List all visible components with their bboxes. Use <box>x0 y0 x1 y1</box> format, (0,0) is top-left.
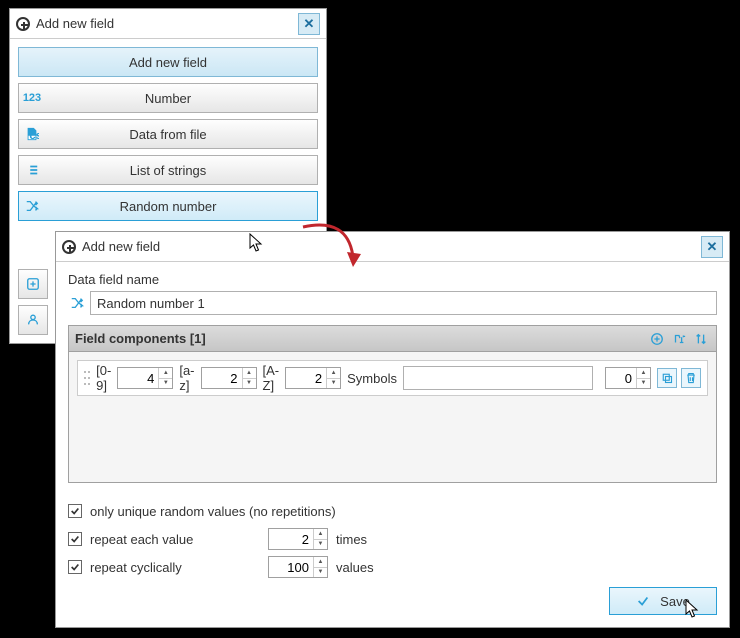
repeat-cyc-checkbox[interactable] <box>68 560 82 574</box>
close-button[interactable]: ✕ <box>701 236 723 258</box>
add-field-config-dialog: Add new field ✕ Data field name Field co… <box>55 231 730 628</box>
dialog-title: Add new field <box>36 16 298 31</box>
lowercase-spinner[interactable]: ▲▼ <box>201 367 257 389</box>
repeat-cyc-label: repeat cyclically <box>90 560 182 575</box>
file-csv-icon: csv <box>19 127 45 141</box>
spinner-down-icon[interactable]: ▼ <box>243 379 256 389</box>
spinner-up-icon[interactable]: ▲ <box>243 368 256 379</box>
name-input[interactable] <box>90 291 717 315</box>
add-component-button[interactable] <box>648 330 666 348</box>
digits-label: [0-9] <box>96 363 111 393</box>
option-number-label: Number <box>45 91 317 106</box>
option-repeat-cyc-row: repeat cyclically ▲▼ values <box>68 553 717 581</box>
repeat-each-spinner[interactable]: ▲▼ <box>268 528 328 550</box>
shuffle-icon <box>19 199 45 213</box>
option-stub-1[interactable] <box>18 269 48 299</box>
svg-text:csv: csv <box>29 130 39 141</box>
repeat-each-input[interactable] <box>269 529 313 549</box>
components-label: Field components [1] <box>75 331 648 346</box>
repeat-each-after: times <box>336 532 367 547</box>
spinner-up-icon[interactable]: ▲ <box>314 529 327 540</box>
uppercase-input[interactable] <box>286 368 326 388</box>
reorder-components-button[interactable] <box>692 330 710 348</box>
option-random-number[interactable]: Random number <box>18 191 318 221</box>
extra-input[interactable] <box>606 368 636 388</box>
components-header-actions <box>648 330 710 348</box>
repeat-each-checkbox[interactable] <box>68 532 82 546</box>
name-input-row <box>68 291 717 315</box>
spinner-up-icon[interactable]: ▲ <box>159 368 172 379</box>
partial-hidden-options <box>18 269 48 335</box>
symbols-label: Symbols <box>347 371 397 386</box>
option-repeat-each-row: repeat each value ▲▼ times <box>68 525 717 553</box>
unique-checkbox[interactable] <box>68 504 82 518</box>
spinner-down-icon[interactable]: ▼ <box>314 568 327 578</box>
component-row: [0-9] ▲▼ [a-z] ▲▼ [A-Z] ▲▼ Symbols <box>77 360 708 396</box>
spinner-up-icon[interactable]: ▲ <box>314 557 327 568</box>
check-icon <box>636 594 650 608</box>
option-data-from-file[interactable]: csv Data from file <box>18 119 318 149</box>
extra-spinner[interactable]: ▲▼ <box>605 367 651 389</box>
options-section: only unique random values (no repetition… <box>68 497 717 581</box>
spinner-up-icon[interactable]: ▲ <box>327 368 340 379</box>
shuffle-icon <box>68 294 86 312</box>
dialog-title: Add new field <box>82 239 701 254</box>
option-stub-2[interactable] <box>18 305 48 335</box>
dialog-body: Add new field 123 Number csv Data from f… <box>10 39 326 235</box>
option-list-label: List of strings <box>45 163 317 178</box>
repeat-cyc-after: values <box>336 560 374 575</box>
component-row-actions <box>657 368 701 388</box>
close-icon: ✕ <box>707 239 718 255</box>
lowercase-input[interactable] <box>202 368 242 388</box>
components-area: [0-9] ▲▼ [a-z] ▲▼ [A-Z] ▲▼ Symbols <box>68 351 717 483</box>
copy-component-button[interactable] <box>657 368 677 388</box>
uppercase-spinner[interactable]: ▲▼ <box>285 367 341 389</box>
drag-handle-icon[interactable] <box>84 369 90 387</box>
repeat-cyc-input[interactable] <box>269 557 313 577</box>
number-icon: 123 <box>19 92 45 104</box>
digits-spinner[interactable]: ▲▼ <box>117 367 173 389</box>
name-field-label: Data field name <box>68 272 717 287</box>
save-button[interactable]: Save <box>609 587 717 615</box>
repeat-cyc-spinner[interactable]: ▲▼ <box>268 556 328 578</box>
plus-circle-icon <box>62 240 76 254</box>
close-button[interactable]: ✕ <box>298 13 320 35</box>
spinner-down-icon[interactable]: ▼ <box>314 540 327 550</box>
delete-component-button[interactable] <box>681 368 701 388</box>
dialog-header: Add new field ✕ <box>56 232 729 262</box>
option-header-label: Add new field <box>19 55 317 70</box>
plus-circle-icon <box>16 17 30 31</box>
spinner-arrows[interactable]: ▲▼ <box>636 368 650 388</box>
save-button-label: Save <box>660 594 690 609</box>
dialog-header: Add new field ✕ <box>10 9 326 39</box>
spinner-arrows[interactable]: ▲▼ <box>158 368 172 388</box>
spinner-down-icon[interactable]: ▼ <box>159 379 172 389</box>
option-number[interactable]: 123 Number <box>18 83 318 113</box>
option-file-label: Data from file <box>45 127 317 142</box>
option-header: Add new field <box>18 47 318 77</box>
uppercase-label: [A-Z] <box>263 363 280 393</box>
close-icon: ✕ <box>304 16 315 32</box>
spinner-arrows[interactable]: ▲▼ <box>313 529 327 549</box>
dialog-body: Data field name Field components [1] <box>56 262 729 591</box>
list-icon <box>19 163 45 177</box>
spinner-arrows[interactable]: ▲▼ <box>242 368 256 388</box>
repeat-each-label: repeat each value <box>90 532 193 547</box>
symbols-input[interactable] <box>403 366 593 390</box>
digits-input[interactable] <box>118 368 158 388</box>
option-random-label: Random number <box>45 199 317 214</box>
spinner-up-icon[interactable]: ▲ <box>637 368 650 379</box>
dialog-footer: Save <box>609 587 717 615</box>
spinner-down-icon[interactable]: ▼ <box>327 379 340 389</box>
option-unique-row: only unique random values (no repetition… <box>68 497 717 525</box>
add-text-component-button[interactable] <box>670 330 688 348</box>
lowercase-label: [a-z] <box>179 363 194 393</box>
unique-label: only unique random values (no repetition… <box>90 504 336 519</box>
spinner-arrows[interactable]: ▲▼ <box>313 557 327 577</box>
spinner-down-icon[interactable]: ▼ <box>637 379 650 389</box>
spinner-arrows[interactable]: ▲▼ <box>326 368 340 388</box>
option-list-of-strings[interactable]: List of strings <box>18 155 318 185</box>
components-header: Field components [1] <box>68 325 717 351</box>
